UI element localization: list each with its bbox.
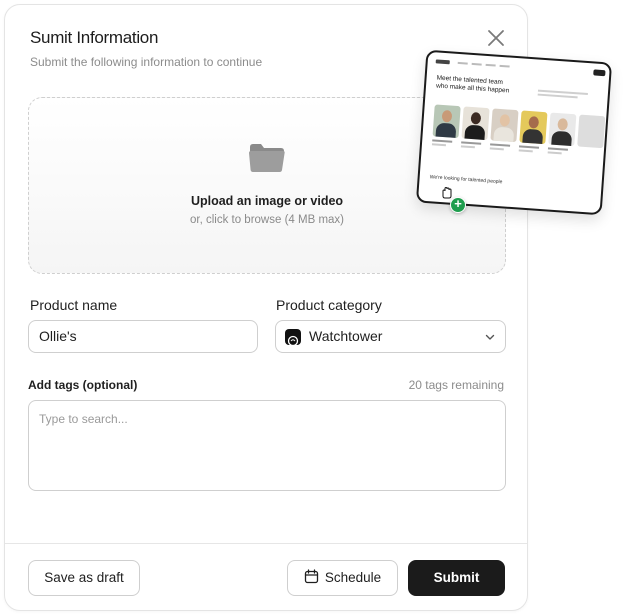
upload-secondary-text: or, click to browse (4 MB max): [189, 214, 344, 226]
product-category-label: Product category: [276, 297, 382, 313]
tags-remaining-count: 20 tags remaining: [408, 378, 504, 392]
preview-heading: Meet the talented team who make all this…: [435, 74, 510, 95]
chevron-down-icon: [485, 334, 495, 340]
submit-button[interactable]: Submit: [408, 560, 505, 596]
footer-divider: [5, 543, 527, 544]
calendar-icon: [304, 569, 318, 584]
schedule-button[interactable]: Schedule: [287, 560, 398, 596]
plus-circle-icon: +: [450, 197, 466, 213]
product-name-label: Product name: [30, 297, 118, 313]
team-photo: [577, 114, 606, 149]
preview-team-photos: [431, 104, 612, 162]
schedule-button-label: Schedule: [324, 570, 382, 585]
team-photo: [548, 112, 577, 147]
product-category-select[interactable]: Watchtower: [275, 320, 506, 353]
product-name-input[interactable]: Ollie's: [28, 320, 258, 353]
save-draft-button[interactable]: Save as draft: [28, 560, 140, 596]
modal-title: Sumit Information: [30, 28, 159, 47]
preview-hiring-text: We're looking for talented people: [429, 174, 503, 186]
grab-hand-icon: [442, 186, 452, 199]
watchtower-logo-icon: [285, 329, 301, 347]
close-icon[interactable]: [485, 27, 507, 49]
modal-subtitle: Submit the following information to cont…: [30, 55, 263, 69]
team-photo: [519, 110, 548, 145]
tags-label: Add tags (optional): [28, 378, 138, 392]
team-photo: [490, 108, 519, 143]
product-category-value: Watchtower: [309, 328, 383, 344]
tags-search-input[interactable]: Type to search...: [28, 400, 506, 491]
team-photo: [432, 104, 461, 139]
folder-icon: [249, 144, 285, 172]
team-photo: [461, 106, 490, 141]
